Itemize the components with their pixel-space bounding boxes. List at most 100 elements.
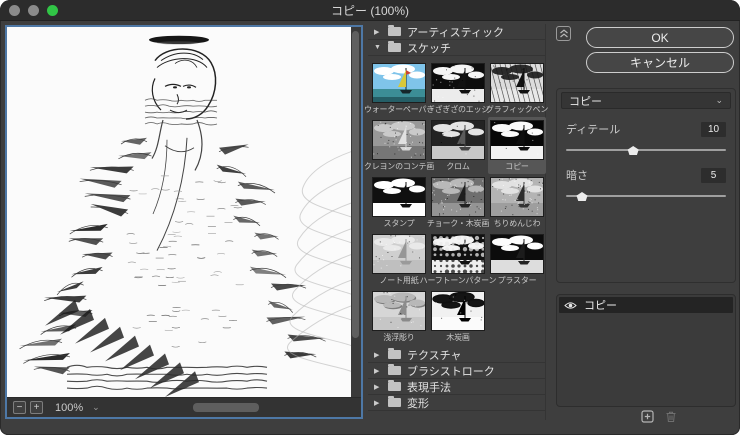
filter-item[interactable]: グラフィックペン xyxy=(488,60,546,117)
detail-slider-thumb[interactable] xyxy=(628,146,639,155)
filter-thumbnail-image[interactable] xyxy=(491,121,543,159)
new-layer-icon xyxy=(641,410,654,423)
titlebar: コピー (100%) xyxy=(0,0,740,21)
filter-label: ウォーターペーパー xyxy=(364,104,434,115)
close-button[interactable] xyxy=(9,5,20,16)
disclosure-icon[interactable]: ▼ xyxy=(374,44,382,51)
zoom-out-button[interactable]: − xyxy=(13,401,26,414)
filter-label: ぎざぎざのエッジ xyxy=(427,104,489,115)
filter-item[interactable]: ハーフトーンパターン xyxy=(429,231,487,288)
effect-layer-row[interactable]: コピー xyxy=(559,297,733,313)
filter-thumbnail-image[interactable] xyxy=(432,292,484,330)
filter-item[interactable]: ぎざぎざのエッジ xyxy=(429,60,487,117)
detail-value-field[interactable]: 10 xyxy=(701,122,726,137)
category-label: ブラシストローク xyxy=(407,363,495,379)
category-label: 変形 xyxy=(407,395,429,411)
filter-item[interactable]: クレヨンのコンテ画 xyxy=(370,117,428,174)
filter-item[interactable]: クロム xyxy=(429,117,487,174)
double-chevron-up-icon xyxy=(559,29,569,38)
filter-label: 木炭画 xyxy=(446,332,469,343)
folder-icon xyxy=(388,27,401,36)
darkness-slider[interactable] xyxy=(566,191,726,201)
disclosure-icon[interactable]: ▶ xyxy=(374,28,382,36)
filter-thumbnail-image[interactable] xyxy=(373,121,425,159)
filtered-image xyxy=(7,27,351,397)
filter-preset-select[interactable]: コピー ⌄ xyxy=(561,92,731,109)
filter-item[interactable]: スタンプ xyxy=(370,174,428,231)
minimize-button[interactable] xyxy=(28,5,39,16)
traffic-lights xyxy=(9,5,58,16)
filter-label: スタンプ xyxy=(384,218,415,229)
filter-thumbnail-image[interactable] xyxy=(373,178,425,216)
window-title: コピー (100%) xyxy=(331,2,409,19)
filter-thumbnail-image[interactable] xyxy=(432,64,484,102)
disclosure-icon[interactable]: ▶ xyxy=(374,399,382,407)
filter-category[interactable]: ▼スケッチ xyxy=(368,40,545,56)
filter-label: グラフィックペン xyxy=(486,104,548,115)
filter-thumbnail-grid: ウォーターペーパーぎざぎざのエッジグラフィックペンクレヨンのコンテ画クロム コピー… xyxy=(368,56,545,347)
filter-label: クレヨンのコンテ画 xyxy=(364,161,434,172)
filter-item[interactable]: 木炭画 xyxy=(429,288,487,345)
cancel-button[interactable]: キャンセル xyxy=(586,52,734,73)
folder-icon xyxy=(388,366,401,375)
zoom-menu-chevron-icon[interactable]: ⌄ xyxy=(92,402,100,413)
preset-value: コピー xyxy=(569,93,602,109)
preview-vertical-scrollbar[interactable] xyxy=(351,27,361,397)
filter-category[interactable]: ▶ テクスチャ xyxy=(368,347,545,363)
filter-category[interactable]: ▶表現手法 xyxy=(368,379,545,395)
filter-category[interactable]: ▶アーティスティック xyxy=(368,24,545,40)
collapse-thumbnails-button[interactable] xyxy=(556,26,571,41)
filter-thumbnail-image[interactable] xyxy=(432,178,484,216)
filter-thumbnail-image[interactable] xyxy=(432,121,484,159)
filter-thumbnail-image[interactable] xyxy=(491,178,543,216)
disclosure-icon[interactable]: ▶ xyxy=(374,367,382,375)
zoom-level[interactable]: 100% xyxy=(55,402,83,414)
filter-thumbnail-image[interactable] xyxy=(373,292,425,330)
detail-slider[interactable] xyxy=(566,145,726,155)
filter-thumbnail-image[interactable] xyxy=(491,235,543,273)
disclosure-icon[interactable]: ▶ xyxy=(374,383,382,391)
filter-label: ハーフトーンパターン xyxy=(420,275,497,286)
disclosure-icon[interactable]: ▶ xyxy=(374,351,382,359)
filter-thumbnail-image[interactable] xyxy=(373,64,425,102)
preview-horizontal-scrollbar[interactable] xyxy=(110,398,355,417)
folder-icon xyxy=(388,382,401,391)
filter-thumbnail-image[interactable] xyxy=(432,235,484,273)
vertical-scroll-thumb[interactable] xyxy=(352,31,359,338)
filter-item[interactable]: ウォーターペーパー xyxy=(370,60,428,117)
detail-slider-label: ディテール xyxy=(566,121,620,137)
new-effect-layer-button[interactable] xyxy=(641,410,654,423)
filter-item[interactable]: 浅浮彫り xyxy=(370,288,428,345)
filter-category-list: ▶アーティスティック▼スケッチウォーターペーパーぎざぎざのエッジグラフィックペン… xyxy=(368,24,546,420)
horizontal-scroll-thumb[interactable] xyxy=(193,403,259,412)
maximize-button[interactable] xyxy=(47,5,58,16)
preview-panel: − + 100% ⌄ xyxy=(5,25,363,419)
filter-thumbnail-image[interactable] xyxy=(491,64,543,102)
effect-layer-label: コピー xyxy=(584,297,617,313)
darkness-slider-thumb[interactable] xyxy=(577,192,588,201)
visibility-eye-icon[interactable] xyxy=(564,301,577,310)
folder-icon xyxy=(388,398,401,407)
filter-label: 浅浮彫り xyxy=(383,332,414,343)
filter-item[interactable]: コピー xyxy=(488,117,546,174)
filter-item[interactable]: プラスター xyxy=(488,231,546,288)
ok-button[interactable]: OK xyxy=(586,27,734,48)
preview-canvas[interactable] xyxy=(7,27,351,397)
darkness-slider-label: 暗さ xyxy=(566,167,588,183)
filter-category[interactable]: ▶ ブラシストローク xyxy=(368,363,545,379)
filter-label: チョーク・木炭画 xyxy=(427,218,489,229)
filter-thumbnail-image[interactable] xyxy=(373,235,425,273)
effect-layers-box: コピー xyxy=(556,294,736,407)
zoom-in-button[interactable]: + xyxy=(30,401,43,414)
filter-item[interactable]: チョーク・木炭画 xyxy=(429,174,487,231)
filter-item[interactable]: ちりめんじわ xyxy=(488,174,546,231)
filter-label: ちりめんじわ xyxy=(494,218,541,229)
category-label: テクスチャ xyxy=(407,347,462,363)
filter-label: クロム xyxy=(446,161,469,172)
darkness-value-field[interactable]: 5 xyxy=(701,168,726,183)
trash-icon xyxy=(665,410,677,423)
filter-category[interactable]: ▶ 変形 xyxy=(368,395,545,411)
delete-effect-layer-button[interactable] xyxy=(665,410,677,423)
filter-settings-box: コピー ⌄ ディテール 10 暗さ 5 xyxy=(556,88,736,283)
effect-layer-actions xyxy=(641,410,677,423)
